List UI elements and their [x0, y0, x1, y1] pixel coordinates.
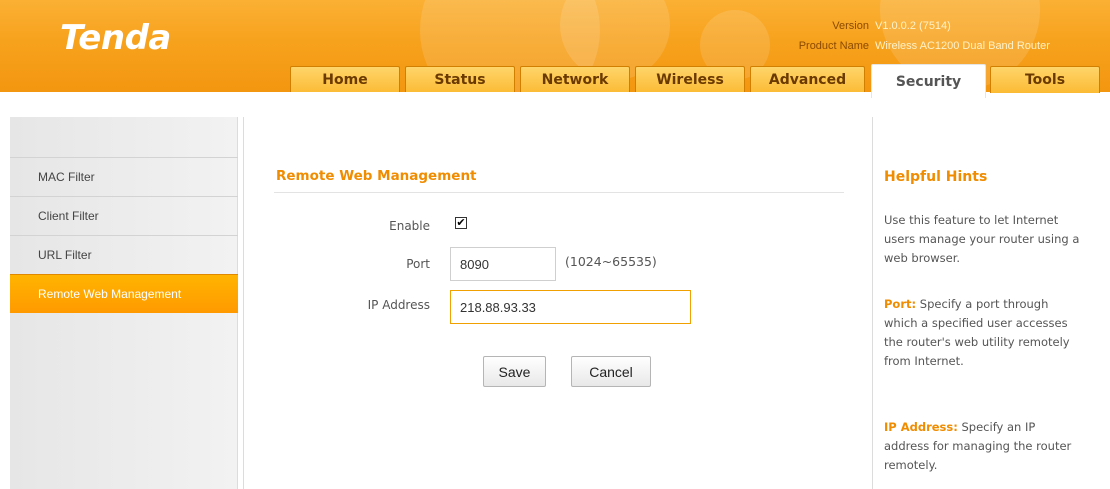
port-input[interactable]: 8090 [450, 247, 556, 281]
tab-wireless[interactable]: Wireless [635, 66, 745, 92]
version-label: Version [832, 20, 869, 32]
tenda-logo[interactable]: Tenda [60, 18, 171, 58]
hint-ip-address: IP Address: Specify an IP address for ma… [884, 418, 1084, 475]
tab-home[interactable]: Home [290, 66, 400, 92]
tab-network[interactable]: Network [520, 66, 630, 92]
ip-address-input[interactable]: 218.88.93.33 [450, 290, 691, 324]
tab-tools[interactable]: Tools [990, 66, 1100, 93]
port-range-hint: (1024~65535) [565, 254, 657, 269]
product-name-value: Wireless AC1200 Dual Band Router [875, 40, 1050, 52]
hint-port: Port: Specify a port through which a spe… [884, 295, 1084, 371]
enable-label: Enable [389, 219, 430, 233]
version-value: V1.0.0.2 (7514) [875, 20, 951, 32]
save-button[interactable]: Save [483, 356, 546, 387]
hint-port-key: Port: [884, 297, 917, 311]
hint-ip-key: IP Address: [884, 420, 958, 434]
section-title: Remote Web Management [276, 168, 477, 184]
helpful-hints-panel: Helpful Hints Use this feature to let In… [874, 117, 1110, 489]
sidebar-item-label: Client Filter [38, 209, 99, 223]
enable-checkbox[interactable]: ✔ [455, 217, 467, 229]
sidebar-item-url-filter[interactable]: URL Filter [10, 235, 238, 274]
product-name-label: Product Name [798, 40, 869, 52]
tab-advanced[interactable]: Advanced [750, 66, 865, 92]
sidebar-item-client-filter[interactable]: Client Filter [10, 196, 238, 235]
sidebar-item-remote-web-management[interactable]: Remote Web Management [10, 274, 238, 313]
sidebar-item-mac-filter[interactable]: MAC Filter [10, 157, 238, 196]
cancel-button[interactable]: Cancel [571, 356, 651, 387]
router-admin-page: Tenda Version V1.0.0.2 (7514) Product Na… [0, 0, 1110, 489]
main-content: Remote Web Management Enable ✔ Port 8090… [243, 117, 873, 489]
sidebar-item-label: Remote Web Management [38, 287, 182, 301]
product-row: Product Name Wireless AC1200 Dual Band R… [760, 40, 1110, 54]
sidebar: MAC Filter Client Filter URL Filter Remo… [10, 117, 238, 489]
section-divider [274, 192, 844, 193]
port-input-value: 8090 [460, 256, 489, 272]
version-row: Version V1.0.0.2 (7514) [760, 20, 1110, 34]
hint-intro: Use this feature to let Internet users m… [884, 213, 1080, 265]
sidebar-item-label: URL Filter [38, 248, 92, 262]
ip-address-input-value: 218.88.93.33 [460, 299, 536, 315]
ip-address-label: IP Address [367, 298, 430, 312]
sidebar-item-label: MAC Filter [38, 170, 95, 184]
hints-title: Helpful Hints [884, 169, 988, 185]
port-label: Port [406, 257, 430, 271]
tab-security[interactable]: Security [871, 64, 986, 98]
tab-status[interactable]: Status [405, 66, 515, 92]
